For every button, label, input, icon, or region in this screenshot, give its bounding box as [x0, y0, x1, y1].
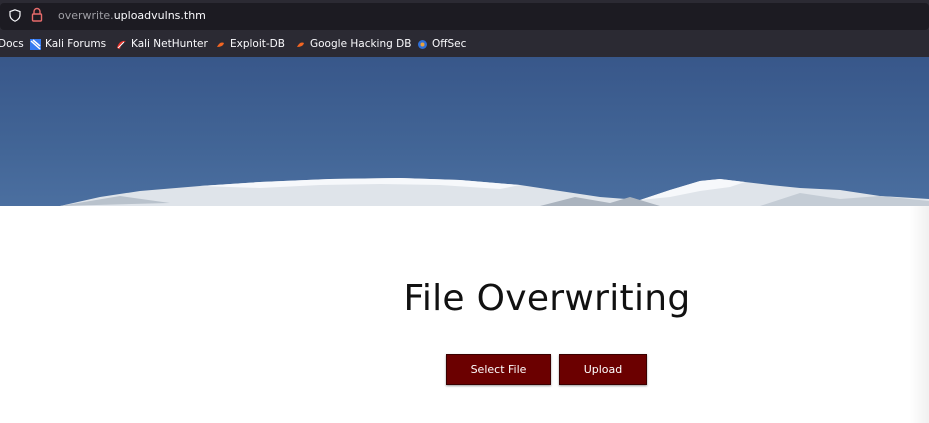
upload-button[interactable]: Upload: [559, 354, 647, 385]
address-bar[interactable]: overwrite.uploadvulns.thm: [0, 3, 929, 30]
bookmark-label: Google Hacking DB: [310, 38, 412, 50]
bookmark-kali-forums[interactable]: Kali Forums: [30, 38, 106, 50]
bookmark-label: Exploit-DB: [230, 38, 285, 50]
url-subdomain: overwrite.: [58, 9, 114, 22]
bookmark-exploit-db[interactable]: Exploit-DB: [215, 38, 285, 50]
bookmark-google-hacking-db[interactable]: Google Hacking DB: [295, 38, 411, 50]
bookmark-label: OffSec: [432, 38, 467, 50]
shield-icon[interactable]: [9, 9, 21, 22]
snowy-mountains-image: [60, 178, 929, 206]
url-text[interactable]: overwrite.uploadvulns.thm: [58, 9, 206, 22]
browser-toolbar: overwrite.uploadvulns.thm: [0, 0, 929, 33]
offsec-icon: [418, 39, 427, 49]
bookmark-offsec[interactable]: OffSec: [417, 38, 466, 50]
bookmark-docs[interactable]: Docs: [0, 38, 24, 50]
bookmark-label: Kali Forums: [45, 38, 107, 50]
kali-nethunter-icon: [117, 40, 126, 49]
lock-icon[interactable]: [30, 7, 44, 23]
bookmarks-bar: Docs Kali Forums Kali NetHunter Exploit-…: [0, 33, 929, 58]
exploit-db-icon: [217, 42, 224, 47]
ghdb-icon: [297, 42, 304, 47]
kali-forums-icon: [30, 38, 41, 50]
page-title: File Overwriting: [403, 278, 691, 319]
bookmark-kali-nethunter[interactable]: Kali NetHunter: [116, 38, 208, 50]
url-domain: uploadvulns.thm: [113, 9, 206, 22]
bookmark-label: Docs: [0, 38, 24, 50]
select-file-button[interactable]: Select File: [446, 354, 551, 385]
hero-banner-image: [0, 57, 929, 206]
bookmark-label: Kali NetHunter: [131, 38, 208, 50]
page-edge-shadow: [909, 206, 929, 423]
